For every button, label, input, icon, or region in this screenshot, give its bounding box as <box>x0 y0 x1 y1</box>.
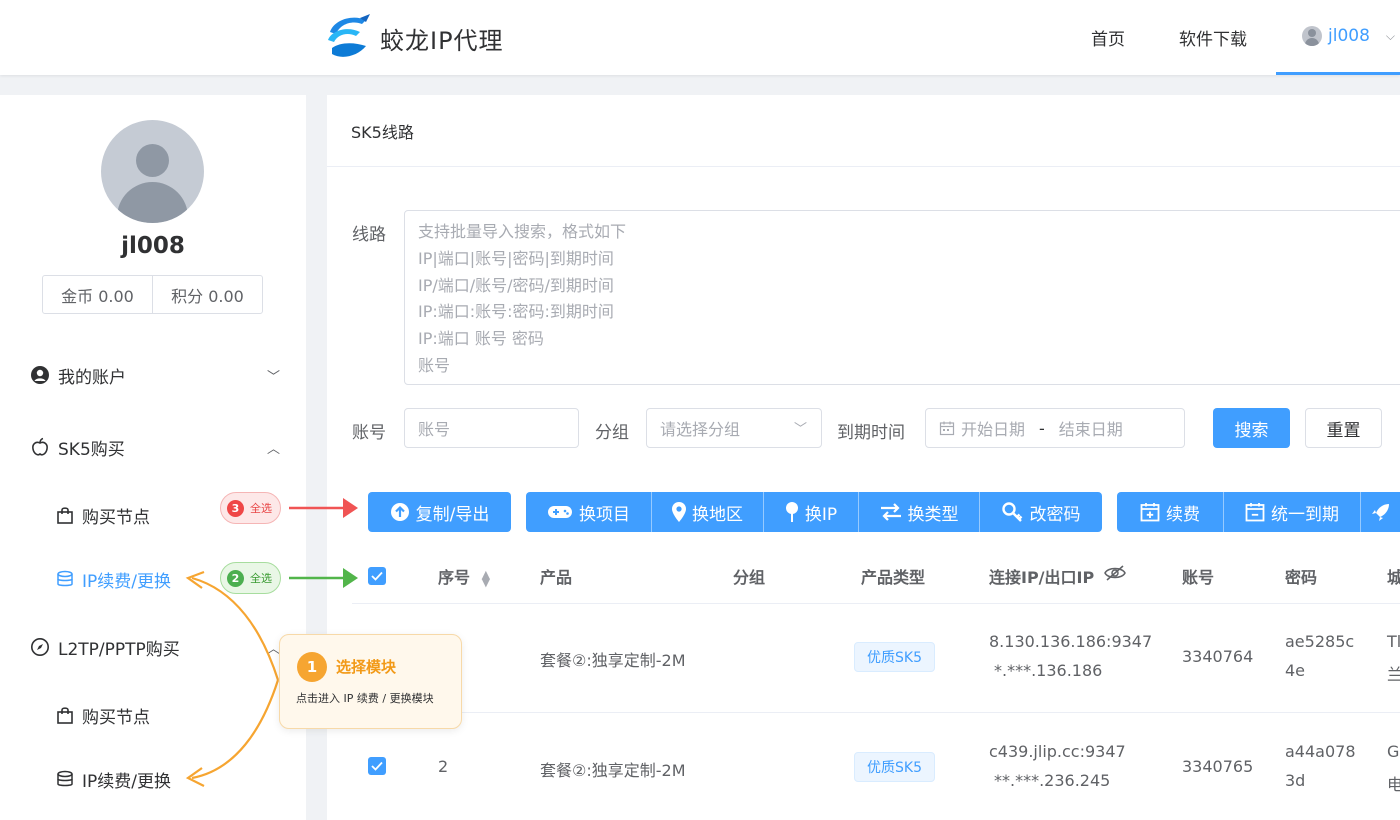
red-arrowhead <box>343 498 358 518</box>
cell-password[interactable]: ae5285c <box>1285 632 1354 651</box>
col-index-label: 序号 <box>438 568 471 587</box>
eye-off-icon[interactable] <box>1103 564 1126 582</box>
cell-password[interactable]: a44a078 <box>1285 742 1356 761</box>
annotation-arrows <box>185 498 358 787</box>
step-number: 1 <box>297 652 327 682</box>
divider <box>352 603 1400 604</box>
cell-exit-ip: *.***.136.186 <box>994 661 1103 680</box>
col-product: 产品 <box>540 568 573 587</box>
cell-connect-ip[interactable]: c439.jlip.cc:9347 <box>989 742 1126 761</box>
cell-password-cont: 3d <box>1285 771 1306 790</box>
cell-city: Tl <box>1387 632 1400 651</box>
orange-arrow-down <box>191 679 280 780</box>
type-tag: 优质SK5 <box>854 752 935 782</box>
cell-city-cont: 电 <box>1387 775 1400 794</box>
check-icon <box>371 571 383 581</box>
col-city: 城 <box>1387 568 1400 587</box>
divider <box>352 712 1400 713</box>
col-account: 账号 <box>1182 568 1215 587</box>
col-ip-label: 连接IP/出口IP <box>989 568 1095 587</box>
green-arrowhead <box>343 568 358 588</box>
cell-index: 2 <box>438 757 449 776</box>
select-all-checkbox[interactable] <box>368 567 386 585</box>
cell-password-cont: 4e <box>1285 661 1306 680</box>
cell-account[interactable]: 3340764 <box>1182 647 1253 666</box>
guide-tooltip: 1 选择模块 点击进入 IP 续费 / 更换模块 <box>279 634 462 729</box>
cell-connect-ip[interactable]: 8.130.136.186:9347 <box>989 632 1152 651</box>
cell-city-cont: 兰 <box>1387 665 1400 684</box>
check-icon <box>371 761 383 771</box>
cell-product: 套餐②:独享定制-2M <box>540 761 686 780</box>
cell-product: 套餐②:独享定制-2M <box>540 651 686 670</box>
col-group: 分组 <box>733 568 766 587</box>
tooltip-title: 选择模块 <box>336 658 397 676</box>
col-index[interactable]: 序号 ▲ ▼ <box>438 564 490 588</box>
col-type: 产品类型 <box>861 568 926 587</box>
cell-city: G <box>1387 742 1400 761</box>
col-ip: 连接IP/出口IP <box>989 564 1126 588</box>
sort-icon[interactable]: ▲ ▼ <box>482 569 490 588</box>
cell-account[interactable]: 3340765 <box>1182 757 1253 776</box>
row-checkbox[interactable] <box>368 757 386 775</box>
col-password: 密码 <box>1285 568 1318 587</box>
type-tag: 优质SK5 <box>854 642 935 672</box>
tooltip-desc: 点击进入 IP 续费 / 更换模块 <box>296 692 434 705</box>
cell-exit-ip: **.***.236.245 <box>994 771 1111 790</box>
orange-arrow-up <box>191 576 280 681</box>
